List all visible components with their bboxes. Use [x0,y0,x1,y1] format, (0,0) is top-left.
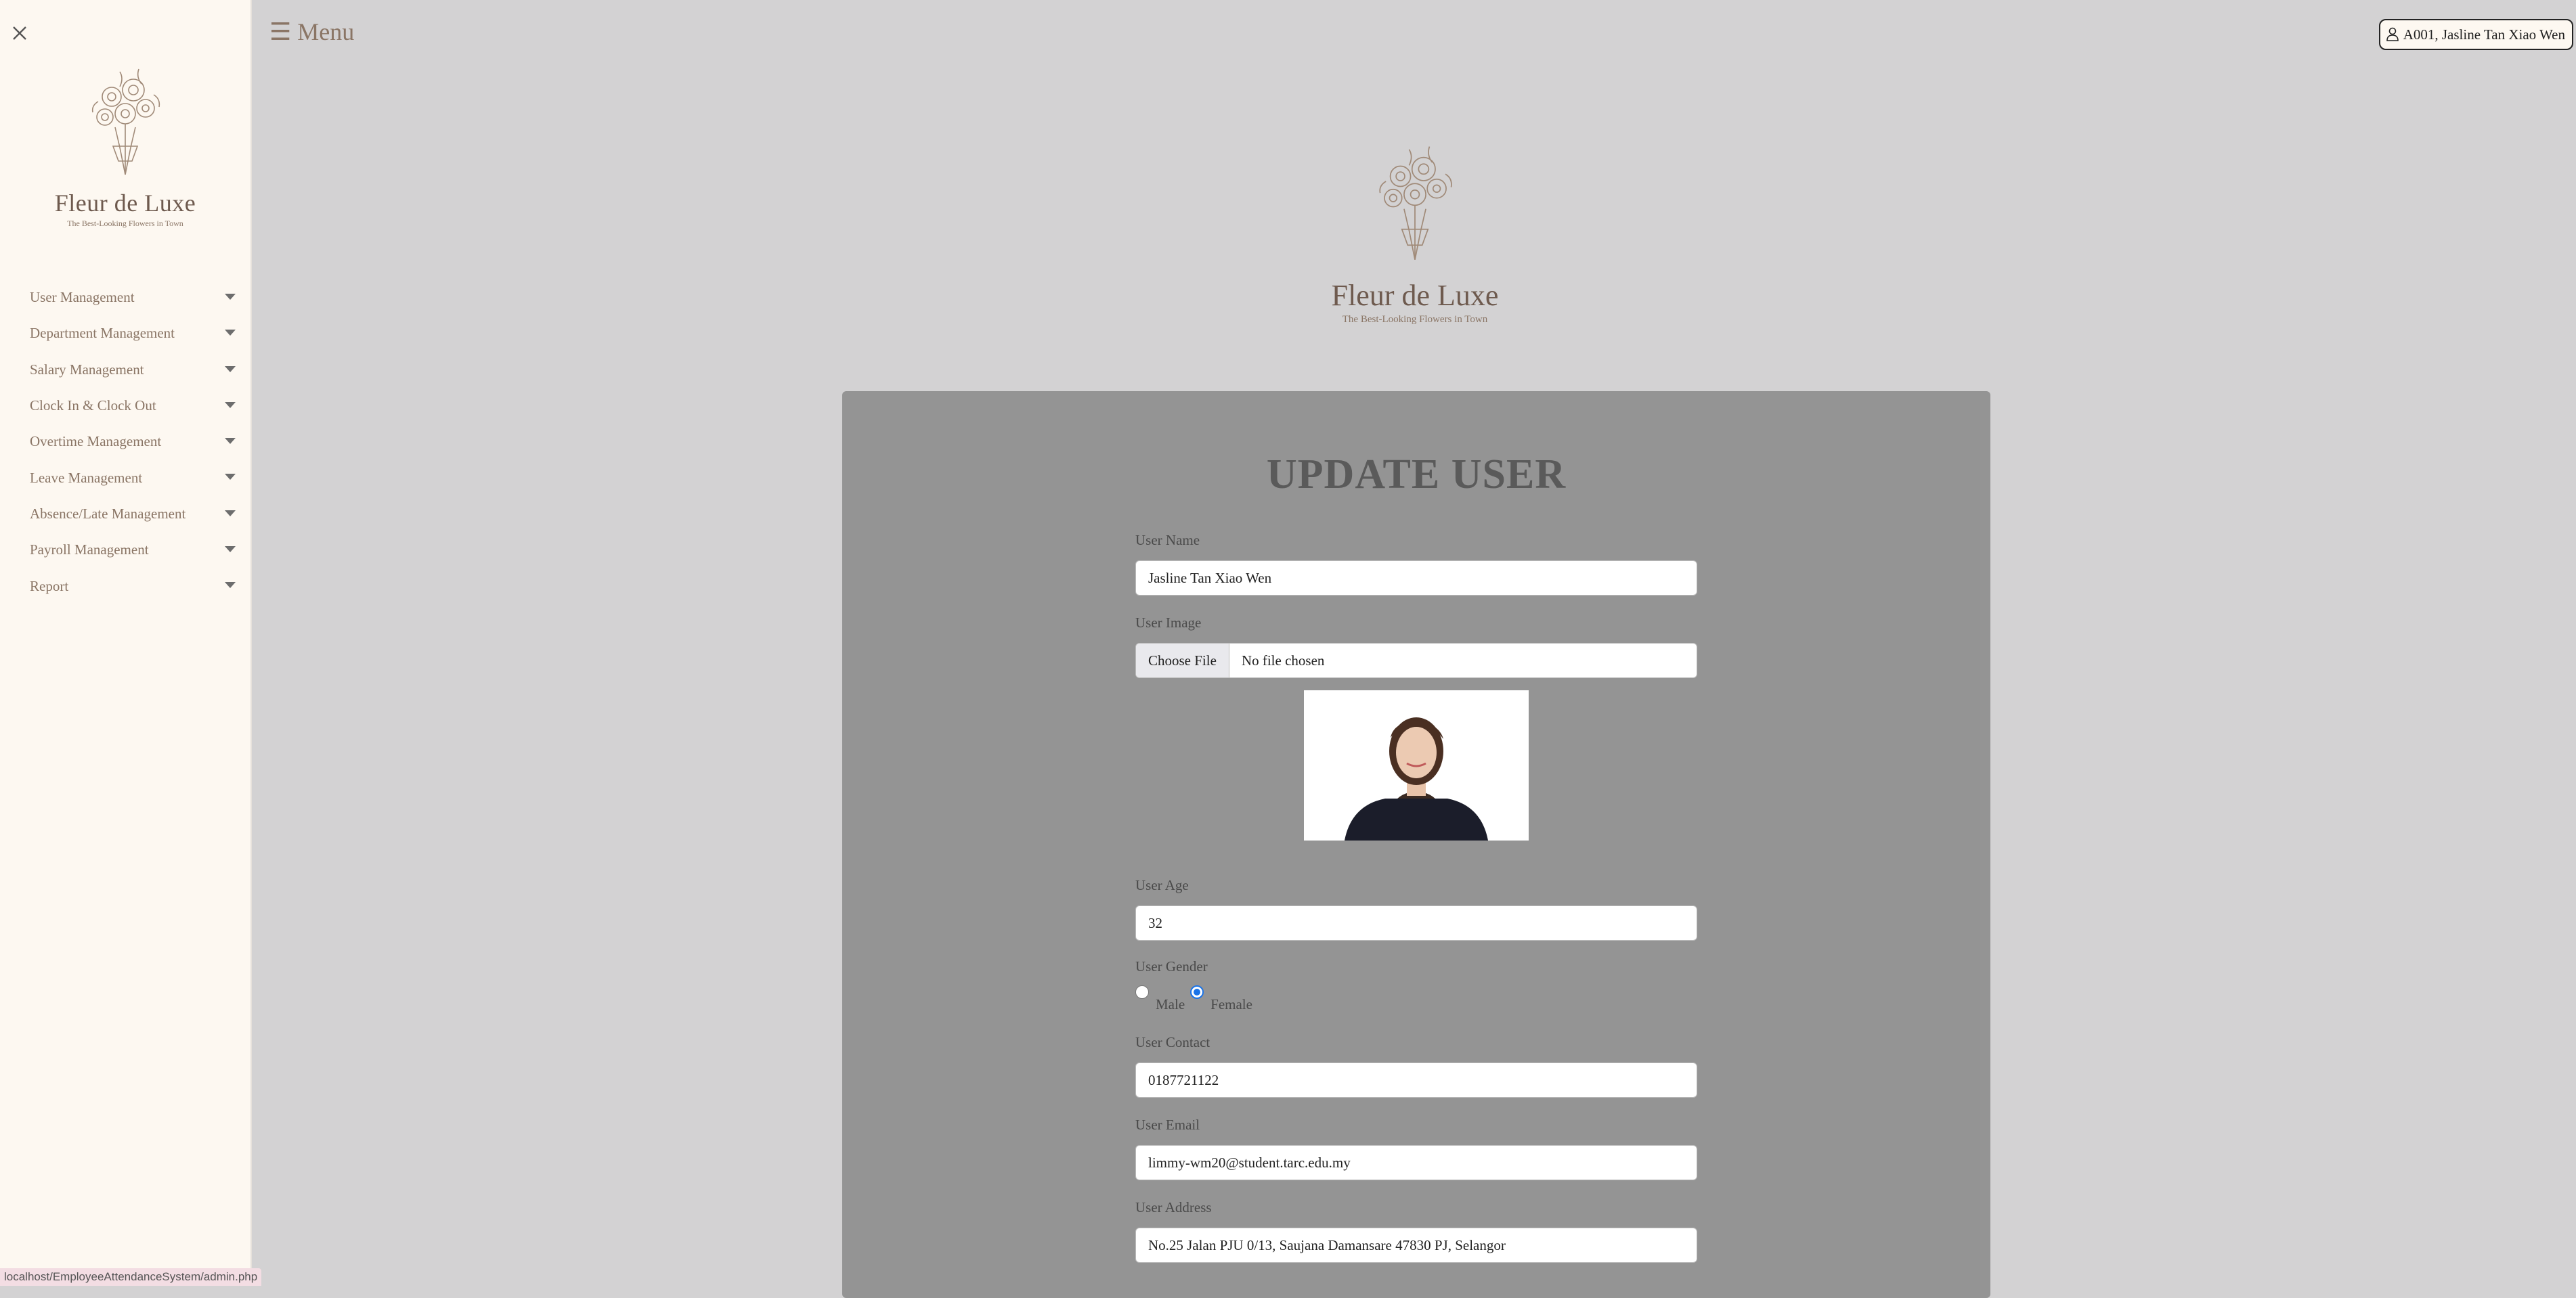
gender-male-radio[interactable] [1135,985,1149,999]
sidebar-item-label: Report [30,577,69,594]
form-title: UPDATE USER [1266,451,1567,497]
sidebar-logo: Fleur de Luxe The Best-Looking Flowers i… [47,60,203,229]
user-address-input[interactable] [1135,1228,1697,1263]
caret-down-icon [225,438,236,445]
user-age-input[interactable] [1135,905,1697,941]
update-user-form: UPDATE USER User Name User Image Choose … [842,391,1990,1298]
user-photo [1304,690,1529,841]
sidebar-item-payroll-management[interactable]: Payroll Management [0,532,250,568]
sidebar-item-label: Leave Management [30,469,143,486]
sidebar-item-label: Absence/Late Management [30,505,186,522]
caret-down-icon [225,474,236,480]
user-icon [2386,27,2399,41]
user-age-label: User Age [1135,877,1189,893]
sidebar-item-user-management[interactable]: User Management [0,279,250,315]
user-gender-options: Male Female [1135,985,1258,1013]
user-name-label: User Name [1135,532,1200,548]
sidebar-item-salary-management[interactable]: Salary Management [0,352,250,388]
user-account-button[interactable]: A001, Jasline Tan Xiao Wen [2378,19,2573,50]
menu-toggle-button[interactable]: ☰ Menu [269,18,354,46]
caret-down-icon [225,401,236,408]
caret-down-icon [225,294,236,300]
main-logo: Fleur de Luxe The Best-Looking Flowers i… [1327,135,1503,326]
flower-bouquet-icon [1379,146,1452,260]
caret-down-icon [225,546,236,553]
user-address-label: User Address [1135,1199,1212,1215]
close-icon[interactable] [9,23,30,43]
sidebar-item-absence-late-management[interactable]: Absence/Late Management [0,496,250,532]
user-email-input[interactable] [1135,1145,1697,1180]
sidebar: Fleur de Luxe The Best-Looking Flowers i… [0,0,262,1286]
sidebar-item-label: User Management [30,289,135,306]
main-brand-tagline: The Best-Looking Flowers in Town [1342,314,1488,325]
user-gender-label: User Gender [1135,958,1208,975]
gender-female-radio[interactable] [1190,985,1204,999]
user-name-input[interactable] [1135,560,1697,596]
sidebar-item-label: Department Management [30,325,175,342]
main-brand-name: Fleur de Luxe [1331,279,1499,312]
sidebar-brand-name: Fleur de Luxe [54,189,196,217]
user-badge-label: A001, Jasline Tan Xiao Wen [2403,26,2565,43]
choose-file-button[interactable]: Choose File [1136,644,1229,677]
file-status-text: No file chosen [1241,652,1325,669]
sidebar-brand-tagline: The Best-Looking Flowers in Town [67,219,183,228]
flower-bouquet-icon [91,68,160,175]
user-contact-input[interactable] [1135,1062,1697,1098]
status-bar-url: localhost/EmployeeAttendanceSystem/admin… [0,1268,262,1286]
user-image-file-input[interactable]: Choose File No file chosen [1135,643,1697,678]
user-photo-image [1304,690,1529,841]
caret-down-icon [225,582,236,589]
sidebar-item-label: Overtime Management [30,433,162,450]
caret-down-icon [225,365,236,372]
sidebar-item-label: Clock In & Clock Out [30,397,156,414]
caret-down-icon [225,510,236,516]
sidebar-item-overtime-management[interactable]: Overtime Management [0,424,250,460]
sidebar-item-clock-in-clock-out[interactable]: Clock In & Clock Out [0,388,250,424]
user-image-label: User Image [1135,614,1202,631]
sidebar-nav: User Management Department Management Sa… [0,279,250,604]
sidebar-item-leave-management[interactable]: Leave Management [0,460,250,495]
gender-female-label: Female [1210,996,1252,1012]
gender-male-label: Male [1156,996,1185,1012]
sidebar-item-department-management[interactable]: Department Management [0,315,250,351]
caret-down-icon [225,330,236,336]
sidebar-item-label: Salary Management [30,361,144,378]
user-email-label: User Email [1135,1117,1200,1133]
user-contact-label: User Contact [1135,1034,1210,1050]
sidebar-item-label: Payroll Management [30,541,149,558]
sidebar-item-report[interactable]: Report [0,568,250,604]
